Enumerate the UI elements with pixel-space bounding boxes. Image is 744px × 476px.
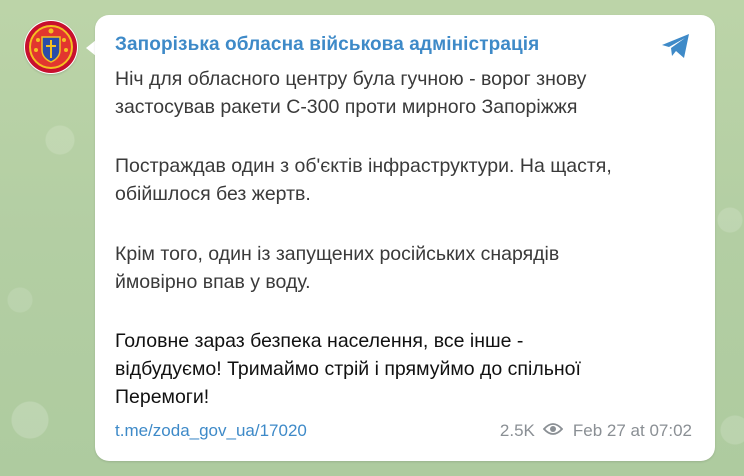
message-line: Перемоги! xyxy=(115,386,210,408)
message-paragraph-3: Крім того, один із запущених російських … xyxy=(115,240,705,296)
view-count: 2.5K xyxy=(499,421,535,440)
message-paragraph-2: Постраждав один з об'єктів інфраструктур… xyxy=(115,152,705,208)
post-link[interactable]: t.me/zoda_gov_ua/17020 xyxy=(115,421,307,441)
eye-icon xyxy=(542,421,564,441)
channel-avatar[interactable] xyxy=(24,20,78,74)
message-line: Ніч для обласного центру була гучною - в… xyxy=(115,68,587,90)
message-line: застосував ракети С-300 проти мирного За… xyxy=(115,96,578,118)
message-line: відбудуємо! Тримаймо стрій і прямуймо до… xyxy=(115,358,581,380)
message-line: ймовірно впав у воду. xyxy=(115,271,311,293)
message-line: Головне зараз безпека населення, все інш… xyxy=(115,330,524,352)
message-meta: 2.5K Feb 27 at 07:02 xyxy=(500,421,692,441)
telegram-icon[interactable] xyxy=(659,29,693,68)
message-line: Постраждав один з об'єктів інфраструктур… xyxy=(115,155,612,177)
message-line: обійшлося без жертв. xyxy=(115,183,311,205)
message-line: Крім того, один із запущених російських … xyxy=(115,243,560,265)
timestamp: Feb 27 at 07:02 xyxy=(572,421,692,440)
message-bubble: Запорізька обласна військова адміністрац… xyxy=(95,15,715,461)
message-paragraph-1: Ніч для обласного центру була гучною - в… xyxy=(115,65,705,121)
channel-name[interactable]: Запорізька обласна військова адміністрац… xyxy=(115,34,539,56)
coat-of-arms-icon xyxy=(25,21,77,73)
message-paragraph-4: Головне зараз безпека населення, все інш… xyxy=(115,327,705,411)
